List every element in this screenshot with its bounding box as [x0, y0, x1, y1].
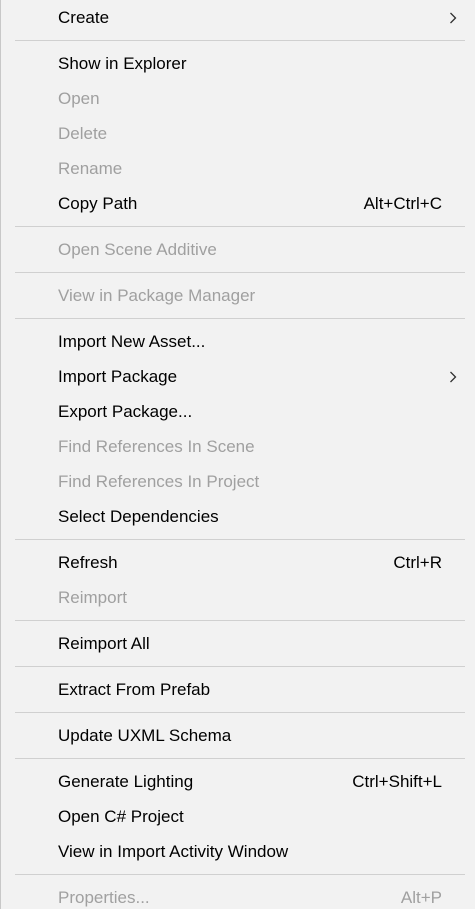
- menu-item-generate-lighting[interactable]: Generate Lighting Ctrl+Shift+L: [1, 764, 475, 799]
- menu-item-label: Rename: [58, 158, 123, 178]
- chevron-right-icon: [450, 371, 457, 382]
- menu-item-import-package[interactable]: Import Package: [1, 359, 475, 394]
- menu-separator: [1, 267, 475, 278]
- menu-item-shortcut: Alt+P: [400, 887, 442, 907]
- menu-item-label: Create: [58, 7, 110, 27]
- menu-separator: [1, 221, 475, 232]
- menu-item-label: Properties...: [58, 887, 150, 907]
- menu-item-open-scene-additive: Open Scene Additive: [1, 232, 475, 267]
- context-menu: Create Show in Explorer Open Delete Rename Co…: [0, 0, 475, 909]
- menu-item-open-c-project[interactable]: Open C# Project: [1, 799, 475, 834]
- menu-item-shortcut: Ctrl+R: [393, 552, 442, 572]
- menu-item-select-dependencies[interactable]: Select Dependencies: [1, 499, 475, 534]
- menu-item-label: Extract From Prefab: [58, 679, 211, 699]
- menu-item-shortcut: Alt+Ctrl+C: [363, 193, 442, 213]
- menu-item-reimport-all[interactable]: Reimport All: [1, 626, 475, 661]
- menu-separator: [1, 615, 475, 626]
- menu-item-label: Import Package: [58, 366, 178, 386]
- chevron-right-icon: [450, 12, 457, 23]
- menu-separator: [1, 661, 475, 672]
- menu-item-show-in-explorer[interactable]: Show in Explorer: [1, 46, 475, 81]
- menu-item-label: Find References In Project: [58, 471, 260, 491]
- menu-item-label: Refresh: [58, 552, 118, 572]
- menu-item-label: Copy Path: [58, 193, 138, 213]
- menu-item-refresh[interactable]: Refresh Ctrl+R: [1, 545, 475, 580]
- menu-item-label: View in Package Manager: [58, 285, 256, 305]
- menu-item-extract-from-prefab[interactable]: Extract From Prefab: [1, 672, 475, 707]
- menu-item-label: Open: [58, 88, 100, 108]
- menu-separator: [1, 753, 475, 764]
- menu-item-label: Open C# Project: [58, 806, 184, 826]
- menu-item-label: Update UXML Schema: [58, 725, 232, 745]
- menu-item-view-in-package-manager: View in Package Manager: [1, 278, 475, 313]
- menu-item-label: Find References In Scene: [58, 436, 255, 456]
- menu-item-label: Export Package...: [58, 401, 193, 421]
- menu-item-delete: Delete: [1, 116, 475, 151]
- menu-separator: [1, 35, 475, 46]
- menu-item-properties: Properties... Alt+P: [1, 880, 475, 909]
- menu-item-label: Reimport All: [58, 633, 150, 653]
- menu-separator: [1, 313, 475, 324]
- menu-item-label: Show in Explorer: [58, 53, 187, 73]
- menu-item-reimport: Reimport: [1, 580, 475, 615]
- menu-item-copy-path[interactable]: Copy Path Alt+Ctrl+C: [1, 186, 475, 221]
- menu-item-export-package[interactable]: Export Package...: [1, 394, 475, 429]
- menu-item-create[interactable]: Create: [1, 0, 475, 35]
- menu-item-shortcut: Ctrl+Shift+L: [352, 771, 442, 791]
- menu-item-label: Open Scene Additive: [58, 239, 217, 259]
- menu-item-update-uxml-schema[interactable]: Update UXML Schema: [1, 718, 475, 753]
- menu-item-import-new-asset[interactable]: Import New Asset...: [1, 324, 475, 359]
- menu-item-rename: Rename: [1, 151, 475, 186]
- menu-item-label: Reimport: [58, 587, 127, 607]
- menu-item-label: Select Dependencies: [58, 506, 219, 526]
- menu-item-open: Open: [1, 81, 475, 116]
- menu-item-label: View in Import Activity Window: [58, 841, 289, 861]
- menu-item-label: Generate Lighting: [58, 771, 194, 791]
- menu-item-find-references-in-project: Find References In Project: [1, 464, 475, 499]
- menu-separator: [1, 869, 475, 880]
- menu-separator: [1, 707, 475, 718]
- menu-item-label: Delete: [58, 123, 108, 143]
- menu-item-view-in-import-activity-window[interactable]: View in Import Activity Window: [1, 834, 475, 869]
- menu-item-label: Import New Asset...: [58, 331, 206, 351]
- menu-item-find-references-in-scene: Find References In Scene: [1, 429, 475, 464]
- menu-separator: [1, 534, 475, 545]
